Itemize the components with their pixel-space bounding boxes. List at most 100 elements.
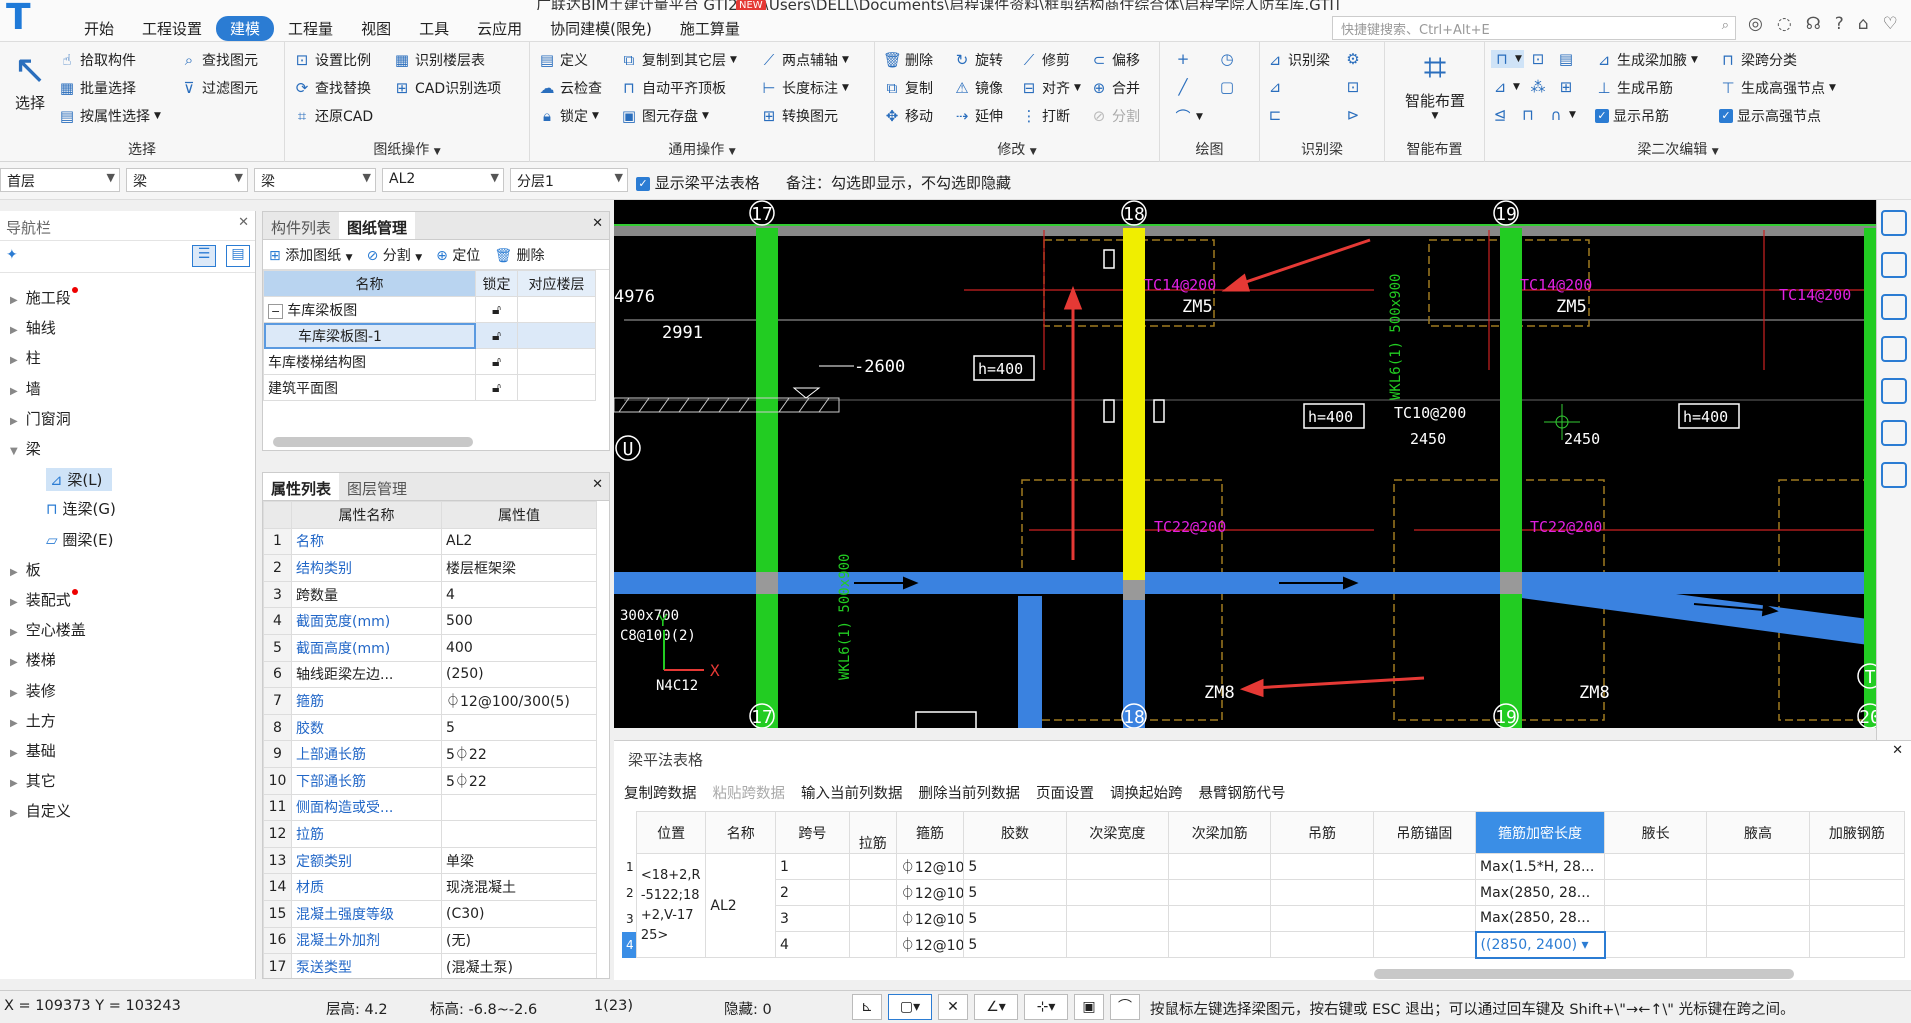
menu-tab[interactable]: 工程设置 bbox=[128, 16, 216, 41]
layer-view-icon[interactable] bbox=[1881, 336, 1907, 362]
beam-tool-8[interactable]: ⊓ bbox=[1519, 106, 1537, 124]
nav-item[interactable]: ▶ 空心楼盖 bbox=[10, 619, 86, 640]
delete-column-data-button[interactable]: 删除当前列数据 bbox=[919, 782, 1021, 803]
property-value[interactable]: AL2 bbox=[441, 527, 597, 556]
property-row[interactable]: 1 名称 AL2 bbox=[263, 527, 597, 556]
property-row[interactable]: 12 拉筋 bbox=[263, 820, 597, 848]
smart-layout-button[interactable]: ⌗ 智能布置 ▼ bbox=[1391, 46, 1479, 121]
haunch-height-cell[interactable] bbox=[1706, 931, 1810, 958]
densify-length-cell[interactable]: Max(2850, 28... bbox=[1475, 905, 1605, 932]
lock-icon[interactable]: 🔓︎ bbox=[475, 322, 518, 349]
haunch-length-cell[interactable] bbox=[1603, 879, 1708, 906]
show-hanger-checkbox[interactable]: ✓ 显示吊筋 bbox=[1595, 106, 1669, 126]
property-value[interactable]: (无) bbox=[441, 926, 597, 955]
property-value[interactable]: 4 bbox=[441, 580, 597, 609]
stirrup-cell[interactable]: ⏀12@100 bbox=[895, 905, 965, 932]
copy-to-other-floor-button[interactable]: ⧉ 复制到其它层 ▼ bbox=[620, 50, 737, 70]
identify-tool-1[interactable]: ⚙ bbox=[1344, 50, 1362, 68]
close-icon[interactable]: ✕ bbox=[592, 216, 603, 231]
identify-tool-5[interactable]: ⊳ bbox=[1344, 106, 1362, 124]
property-row[interactable]: 3 跨数量 4 bbox=[263, 580, 597, 609]
chevron-right-icon[interactable]: ▶ bbox=[10, 416, 18, 427]
nav-item[interactable]: ▶ 门窗洞 bbox=[10, 408, 71, 429]
define-button[interactable]: ▤ 定义 bbox=[538, 50, 588, 70]
headset-icon[interactable]: ☊ bbox=[1806, 14, 1821, 34]
draw-arc-button[interactable]: ⌒ ▼ bbox=[1174, 106, 1202, 127]
swap-start-span-button[interactable]: 调换起始跨 bbox=[1110, 782, 1183, 803]
menu-tab[interactable]: 协同建模(限免) bbox=[536, 16, 666, 41]
add-drawing-button[interactable]: ⊞ 添加图纸 ▼ bbox=[269, 245, 353, 264]
copy-span-data-button[interactable]: 复制跨数据 bbox=[624, 782, 697, 803]
chevron-right-icon[interactable]: ▶ bbox=[10, 567, 18, 578]
tab-component-list[interactable]: 构件列表 bbox=[263, 212, 339, 239]
menu-tab[interactable]: 视图 bbox=[347, 16, 405, 41]
property-row[interactable]: 17 泵送类型 (混凝土泵) bbox=[263, 953, 597, 978]
nav-item[interactable]: ▼ 梁 bbox=[10, 438, 41, 459]
nav-sub-item[interactable]: ⊿ 梁(L) bbox=[46, 468, 113, 492]
ribbon-group-general-ops-label[interactable]: 通用操作 ▼ bbox=[530, 139, 874, 159]
page-setup-button[interactable]: 页面设置 bbox=[1036, 782, 1094, 803]
align-button[interactable]: ⊟ 对齐 ▼ bbox=[1020, 78, 1081, 98]
merge-button[interactable]: ⊕ 合并 bbox=[1090, 78, 1140, 98]
identify-beam-button[interactable]: ⊿ 识别梁 bbox=[1266, 50, 1330, 70]
nav-sub-item[interactable]: ⊓ 连梁(G) bbox=[46, 498, 116, 519]
paste-span-data-button[interactable]: 粘贴跨数据 bbox=[713, 782, 786, 803]
menu-tab[interactable]: 工具 bbox=[405, 16, 463, 41]
nav-item[interactable]: ▶ 施工段 bbox=[10, 287, 78, 308]
auto-align-slab-button[interactable]: ⊓ 自动平齐顶板 bbox=[620, 78, 726, 98]
rotate-button[interactable]: ↻ 旋转 bbox=[953, 50, 1003, 70]
ortho-mode-icon[interactable]: ⊾ bbox=[852, 994, 882, 1020]
help-icon[interactable]: ? bbox=[1835, 14, 1844, 34]
select-by-property-button[interactable]: ▤ 按属性选择 ▼ bbox=[58, 106, 161, 126]
nav-item[interactable]: ▶ 板 bbox=[10, 559, 41, 580]
span-number[interactable]: 4 bbox=[775, 931, 850, 958]
tie-cell[interactable] bbox=[848, 853, 897, 880]
offset-button[interactable]: ⊂ 偏移 bbox=[1090, 50, 1140, 70]
lock-button[interactable]: 🔒︎ 锁定 ▼ bbox=[538, 106, 599, 126]
draw-rotate-point-button[interactable]: ◷ bbox=[1218, 50, 1236, 68]
ribbon-group-drawing-ops-label[interactable]: 图纸操作 ▼ bbox=[285, 139, 529, 159]
save-element-button[interactable]: ▣ 图元存盘 ▼ bbox=[620, 106, 709, 126]
secondary-rebar-cell[interactable] bbox=[1168, 853, 1272, 880]
property-value[interactable]: (250) bbox=[441, 660, 597, 689]
layer-select[interactable]: 分层1 ▼ bbox=[510, 168, 628, 192]
cad-canvas[interactable]: 17 18 19 17 18 19 20 U T 4976 2991 -2600… bbox=[614, 200, 1876, 728]
property-row[interactable]: 10 下部通长筋 5⏀22 bbox=[263, 766, 597, 795]
tie-cell[interactable] bbox=[848, 879, 897, 906]
offset-snap-icon[interactable]: ⊹▾ bbox=[1024, 994, 1068, 1020]
beam-table-row[interactable]: 4 4 ⏀12@1005 ((2850, 2400) ▾ bbox=[622, 930, 1906, 959]
find-element-button[interactable]: ⌕ 查找图元 bbox=[180, 50, 258, 70]
collapse-icon[interactable]: − bbox=[268, 303, 284, 319]
property-row[interactable]: 11 侧面构造或受... bbox=[263, 793, 597, 822]
haunch-rebar-cell[interactable] bbox=[1808, 853, 1906, 880]
property-row[interactable]: 16 混凝土外加剂 (无) bbox=[263, 926, 597, 955]
chevron-right-icon[interactable]: ▶ bbox=[10, 295, 18, 306]
message-icon[interactable]: ◌ bbox=[1777, 14, 1792, 34]
tab-layer-management[interactable]: 图层管理 bbox=[339, 473, 415, 500]
identify-tool-3[interactable]: ⊡ bbox=[1344, 78, 1362, 96]
haunch-rebar-cell[interactable] bbox=[1808, 905, 1906, 932]
chevron-right-icon[interactable]: ▶ bbox=[10, 597, 18, 608]
property-row[interactable]: 5 截面高度(mm) 400 bbox=[263, 633, 597, 662]
dynamic-input-icon[interactable]: ▣ bbox=[1074, 994, 1104, 1020]
property-row[interactable]: 13 定额类别 单梁 bbox=[263, 846, 597, 875]
property-value[interactable]: 5⏀22 bbox=[441, 766, 597, 795]
hanger-anchor-cell[interactable] bbox=[1372, 879, 1477, 906]
property-row[interactable]: 7 箍筋 ⏀12@100/300(5) bbox=[263, 687, 597, 715]
beam-location[interactable]: <18+2,R-5122;18+2,V-1725> bbox=[635, 853, 707, 958]
beam-tool-9[interactable]: ∩ ▼ bbox=[1547, 106, 1576, 124]
close-icon[interactable]: ✕ bbox=[1892, 743, 1903, 758]
two-point-axis-button[interactable]: ⟋ 两点辅轴 ▼ bbox=[760, 50, 849, 70]
pick-component-button[interactable]: ☝ 拾取构件 bbox=[58, 50, 136, 70]
nav-item[interactable]: ▶ 其它 bbox=[10, 770, 56, 791]
property-value[interactable]: 5⏀22 bbox=[441, 740, 597, 768]
secondary-rebar-cell[interactable] bbox=[1168, 879, 1272, 906]
beam-name[interactable]: AL2 bbox=[705, 853, 777, 958]
hanger-cell[interactable] bbox=[1270, 931, 1374, 958]
hanger-cell[interactable] bbox=[1270, 905, 1374, 932]
beam-tool-4[interactable]: ⊿ ▼ bbox=[1491, 78, 1520, 96]
split-button[interactable]: ⊘ 分割 bbox=[1090, 106, 1140, 126]
beam-table-row[interactable]: 1<18+2,R-5122;18+2,V-1725>AL21⏀12@1005Ma… bbox=[622, 853, 1906, 958]
stirrup-cell[interactable]: ⏀12@100 bbox=[895, 931, 965, 958]
horizontal-scrollbar[interactable] bbox=[1374, 969, 1794, 979]
